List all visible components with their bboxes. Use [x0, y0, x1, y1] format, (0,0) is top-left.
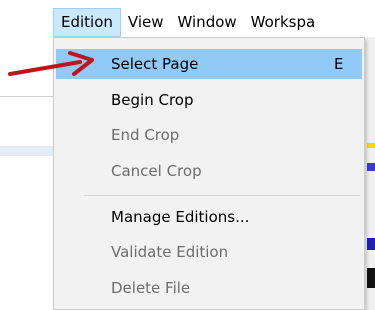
- menu-workspace[interactable]: Workspa: [244, 8, 323, 37]
- menu-item-label: Begin Crop: [111, 91, 194, 109]
- screenshot-stage: Edition View Window Workspa Select Page …: [0, 0, 375, 310]
- menu-item-label: Select Page: [111, 55, 199, 73]
- menu-view[interactable]: View: [121, 8, 171, 37]
- menu-edition[interactable]: Edition: [53, 8, 121, 37]
- background-blue-mark-lower: [367, 238, 375, 250]
- menu-item-begin-crop[interactable]: Begin Crop: [56, 85, 362, 115]
- background-yellow-mark: [367, 143, 375, 148]
- menu-item-label: Cancel Crop: [111, 162, 202, 180]
- menu-item-select-page[interactable]: Select Page E: [56, 49, 362, 79]
- red-arrow-icon: [8, 51, 94, 76]
- menu-separator: [84, 195, 360, 196]
- menu-bar: Edition View Window Workspa: [53, 8, 375, 37]
- menu-item-label: Delete File: [111, 279, 191, 297]
- background-row-highlight: [0, 146, 55, 156]
- background-blue-mark: [367, 163, 375, 171]
- menu-item-delete-file[interactable]: Delete File: [56, 273, 362, 303]
- edition-dropdown-menu: Select Page E Begin Crop End Crop Cancel…: [53, 37, 365, 310]
- menu-item-manage-editions[interactable]: Manage Editions...: [56, 202, 362, 232]
- menu-item-cancel-crop[interactable]: Cancel Crop: [56, 156, 362, 186]
- menu-window[interactable]: Window: [171, 8, 244, 37]
- background-divider: [0, 96, 55, 97]
- menu-item-shortcut: E: [334, 55, 344, 73]
- menu-item-label: End Crop: [111, 126, 180, 144]
- menu-item-label: Manage Editions...: [111, 208, 250, 226]
- menu-item-label: Validate Edition: [111, 243, 229, 261]
- background-dark-mark: [367, 268, 375, 288]
- menu-item-end-crop[interactable]: End Crop: [56, 120, 362, 150]
- menu-item-validate-edition[interactable]: Validate Edition: [56, 237, 362, 267]
